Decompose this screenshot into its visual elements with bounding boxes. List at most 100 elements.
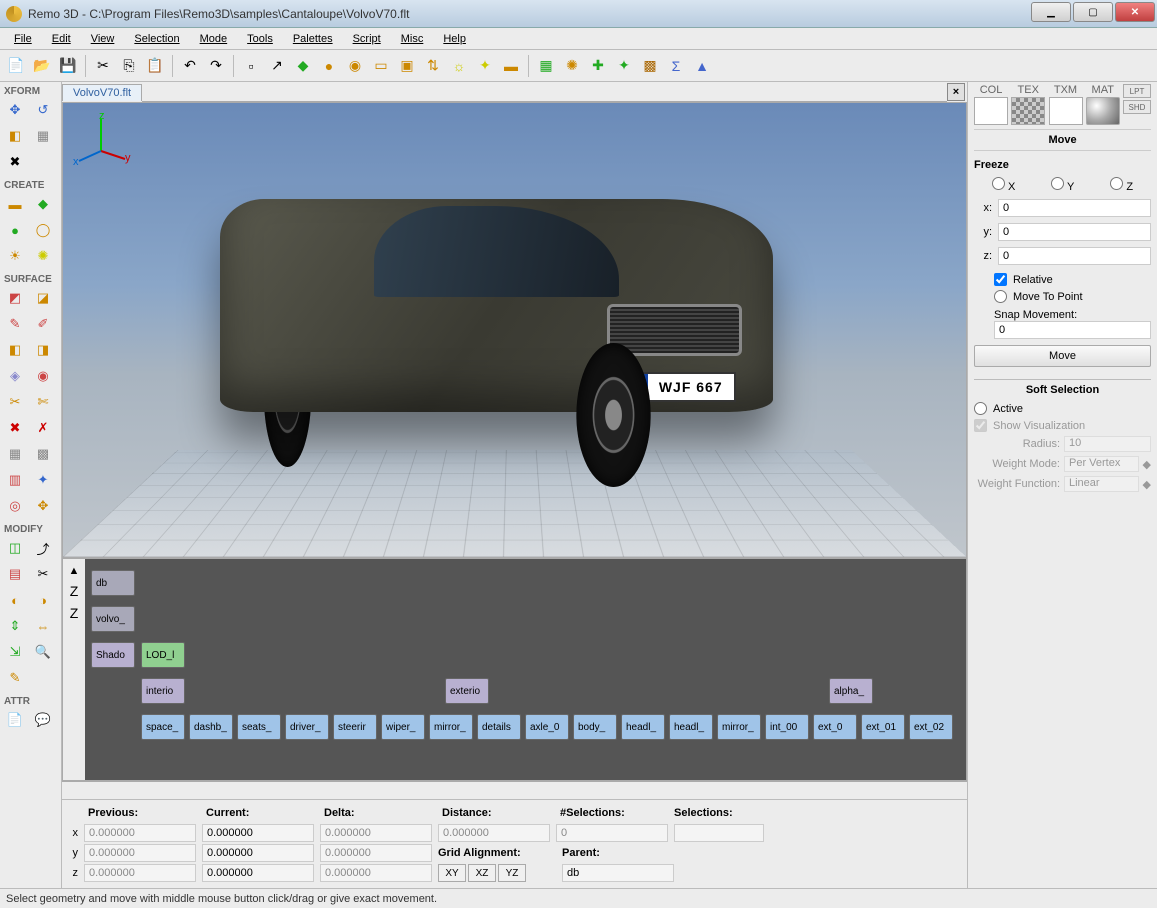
mod-6-icon[interactable]: ◑ bbox=[30, 588, 56, 612]
delta-y-input[interactable]: 0.000000 bbox=[320, 844, 432, 862]
hier-up-icon[interactable]: ▲ bbox=[69, 565, 80, 577]
mod-4-icon[interactable]: ✂ bbox=[30, 562, 56, 586]
create-sphere-icon[interactable]: ● bbox=[2, 218, 28, 242]
node-leaf[interactable]: headl_ bbox=[621, 714, 665, 740]
node-leaf[interactable]: ext_0 bbox=[813, 714, 857, 740]
move-z-input[interactable] bbox=[998, 247, 1151, 265]
surf-3-icon[interactable]: ✎ bbox=[2, 312, 28, 336]
grid-yz-button[interactable]: YZ bbox=[498, 864, 526, 882]
node-leaf[interactable]: ext_01 bbox=[861, 714, 905, 740]
node-leaf[interactable]: body_ bbox=[573, 714, 617, 740]
curr-z-input[interactable]: 0.000000 bbox=[202, 864, 314, 882]
hier-zoom-icon[interactable]: Z bbox=[70, 583, 79, 599]
node-leaf[interactable]: seats_ bbox=[237, 714, 281, 740]
attr-page-icon[interactable]: 📄 bbox=[2, 708, 28, 732]
matrix-icon[interactable]: ▦ bbox=[30, 124, 56, 148]
create-poly-icon[interactable]: ◆ bbox=[30, 192, 56, 216]
prev-y-input[interactable]: 0.000000 bbox=[84, 844, 196, 862]
cancel-xform-icon[interactable]: ✖ bbox=[2, 150, 28, 174]
radius-input[interactable]: 10 bbox=[1064, 436, 1151, 452]
scale-icon[interactable]: ◧ bbox=[2, 124, 28, 148]
weight-mode-select[interactable]: Per Vertex bbox=[1064, 456, 1139, 472]
freeze-y-radio[interactable]: Y bbox=[1051, 177, 1074, 193]
relative-checkbox[interactable]: Relative bbox=[974, 271, 1151, 288]
node-lod[interactable]: LOD_l bbox=[141, 642, 185, 668]
mod-5-icon[interactable]: ◐ bbox=[2, 588, 28, 612]
open-file-icon[interactable]: 📂 bbox=[30, 54, 54, 78]
menu-file[interactable]: File bbox=[6, 31, 40, 47]
mod-10-icon[interactable]: 🔍 bbox=[30, 640, 56, 664]
light-mode-icon[interactable]: ☼ bbox=[447, 54, 471, 78]
delta-z-input[interactable]: 0.000000 bbox=[320, 864, 432, 882]
mod-11-icon[interactable]: ✎ bbox=[2, 666, 28, 690]
select-plus-icon[interactable]: ✚ bbox=[586, 54, 610, 78]
node-leaf[interactable]: wiper_ bbox=[381, 714, 425, 740]
rotate-icon[interactable]: ↺ bbox=[30, 98, 56, 122]
surf-13-icon[interactable]: ▦ bbox=[2, 442, 28, 466]
node-exterior[interactable]: exterio bbox=[445, 678, 489, 704]
node-leaf[interactable]: ext_02 bbox=[909, 714, 953, 740]
node-leaf[interactable]: axle_0 bbox=[525, 714, 569, 740]
copy-icon[interactable]: ⎘ bbox=[117, 54, 141, 78]
menu-misc[interactable]: Misc bbox=[393, 31, 432, 47]
move-x-input[interactable] bbox=[998, 199, 1151, 217]
switch-mode-icon[interactable]: ⇅ bbox=[421, 54, 445, 78]
create-light-icon[interactable]: ☀ bbox=[2, 244, 28, 268]
weight-func-select[interactable]: Linear bbox=[1064, 476, 1139, 492]
mod-3-icon[interactable]: ▤ bbox=[2, 562, 28, 586]
nsel-input[interactable]: 0 bbox=[556, 824, 668, 842]
node-leaf[interactable]: mirror_ bbox=[717, 714, 761, 740]
select-star-icon[interactable]: ✦ bbox=[612, 54, 636, 78]
viewport-tab-active[interactable]: VolvoV70.flt bbox=[62, 84, 142, 101]
menu-edit[interactable]: Edit bbox=[44, 31, 79, 47]
menu-help[interactable]: Help bbox=[435, 31, 474, 47]
node-leaf[interactable]: dashb_ bbox=[189, 714, 233, 740]
node-shado[interactable]: Shado bbox=[91, 642, 135, 668]
node-leaf[interactable]: driver_ bbox=[285, 714, 329, 740]
node-leaf[interactable]: space_ bbox=[141, 714, 185, 740]
new-file-icon[interactable]: 📄 bbox=[4, 54, 28, 78]
3d-viewport[interactable]: z y x WJF 667 bbox=[62, 102, 967, 558]
select-sun-icon[interactable]: ✺ bbox=[560, 54, 584, 78]
surf-11-icon[interactable]: ✖ bbox=[2, 416, 28, 440]
paste-icon[interactable]: 📋 bbox=[143, 54, 167, 78]
curr-x-input[interactable]: 0.000000 bbox=[202, 824, 314, 842]
grid-xy-button[interactable]: XY bbox=[438, 864, 466, 882]
distance-input[interactable]: 0.000000 bbox=[438, 824, 550, 842]
mod-2-icon[interactable]: ⤴ bbox=[30, 536, 56, 560]
move-icon[interactable]: ✥ bbox=[2, 98, 28, 122]
close-button[interactable]: ✕ bbox=[1115, 2, 1155, 22]
color-swatch[interactable] bbox=[974, 97, 1008, 125]
surf-17-icon[interactable]: ◎ bbox=[2, 494, 28, 518]
surf-8-icon[interactable]: ◉ bbox=[30, 364, 56, 388]
delta-x-input[interactable]: 0.000000 bbox=[320, 824, 432, 842]
prev-x-input[interactable]: 0.000000 bbox=[84, 824, 196, 842]
select-grid-icon[interactable]: ▩ bbox=[638, 54, 662, 78]
create-sun-icon[interactable]: ✺ bbox=[30, 244, 56, 268]
material-swatch[interactable] bbox=[1086, 97, 1120, 125]
surf-15-icon[interactable]: ▥ bbox=[2, 468, 28, 492]
node-leaf[interactable]: headl_ bbox=[669, 714, 713, 740]
mod-9-icon[interactable]: ⇲ bbox=[2, 640, 28, 664]
mod-1-icon[interactable]: ◫ bbox=[2, 536, 28, 560]
select-all-icon[interactable]: ▦ bbox=[534, 54, 558, 78]
node-interior[interactable]: interio bbox=[141, 678, 185, 704]
node-leaf[interactable]: mirror_ bbox=[429, 714, 473, 740]
menu-tools[interactable]: Tools bbox=[239, 31, 281, 47]
save-file-icon[interactable]: 💾 bbox=[56, 54, 80, 78]
object-mode-icon[interactable]: ● bbox=[317, 54, 341, 78]
surf-12-icon[interactable]: ✗ bbox=[30, 416, 56, 440]
menu-mode[interactable]: Mode bbox=[192, 31, 236, 47]
lightpoint-mode-icon[interactable]: ✦ bbox=[473, 54, 497, 78]
surf-1-icon[interactable]: ◩ bbox=[2, 286, 28, 310]
move-y-input[interactable] bbox=[998, 223, 1151, 241]
menu-script[interactable]: Script bbox=[345, 31, 389, 47]
create-cylinder-icon[interactable]: ◯ bbox=[30, 218, 56, 242]
move-button[interactable]: Move bbox=[974, 345, 1151, 367]
edge-mode-icon[interactable]: ↗ bbox=[265, 54, 289, 78]
active-checkbox[interactable]: Active bbox=[974, 400, 1151, 417]
node-volvo[interactable]: volvo_ bbox=[91, 606, 135, 632]
surf-6-icon[interactable]: ◨ bbox=[30, 338, 56, 362]
minimize-button[interactable]: ▁ bbox=[1031, 2, 1071, 22]
grid-xz-button[interactable]: XZ bbox=[468, 864, 496, 882]
